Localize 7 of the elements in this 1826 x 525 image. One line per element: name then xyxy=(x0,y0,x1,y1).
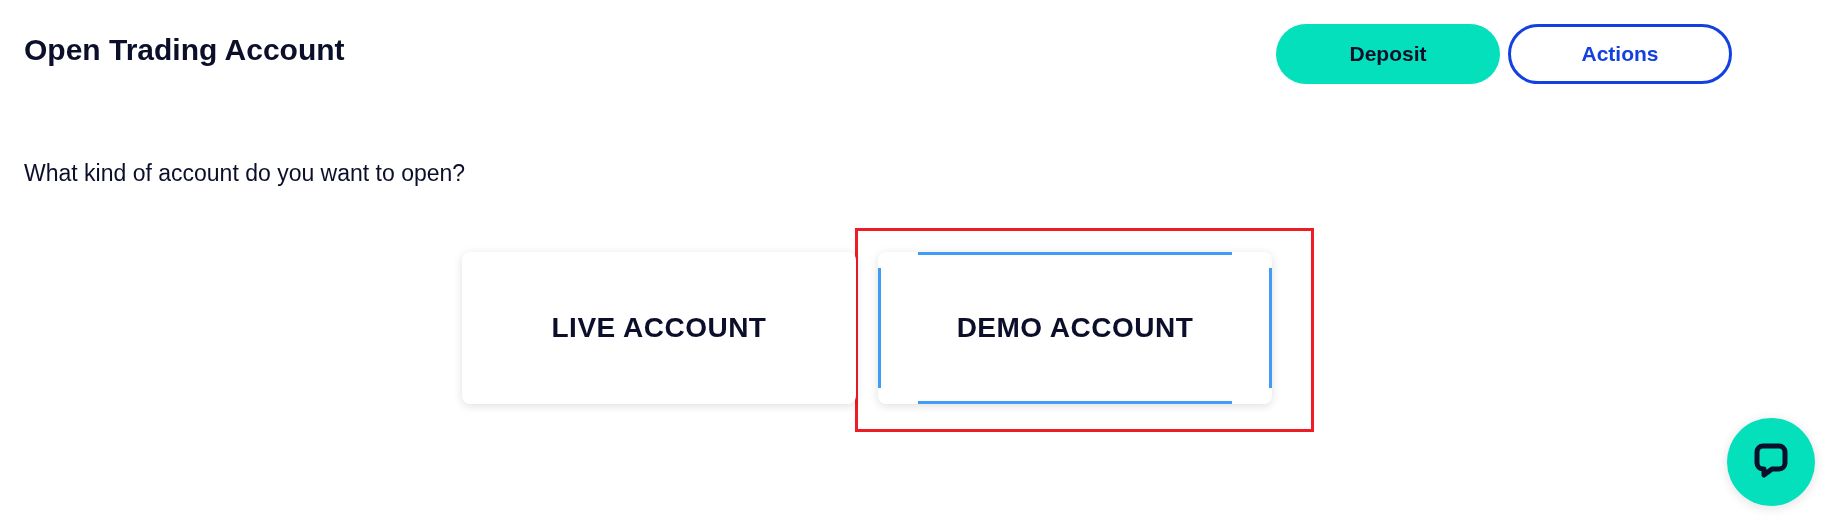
deposit-button[interactable]: Deposit xyxy=(1276,23,1500,84)
actions-button[interactable]: Actions xyxy=(1508,23,1732,84)
account-option-card[interactable]: DEMO ACCOUNT xyxy=(878,252,1272,404)
account-option-card[interactable]: LIVE ACCOUNT xyxy=(462,252,856,404)
question-text: What kind of account do you want to open? xyxy=(24,160,466,186)
page-title: Open Trading Account xyxy=(24,32,345,67)
chat-bubble-icon xyxy=(1754,443,1788,481)
